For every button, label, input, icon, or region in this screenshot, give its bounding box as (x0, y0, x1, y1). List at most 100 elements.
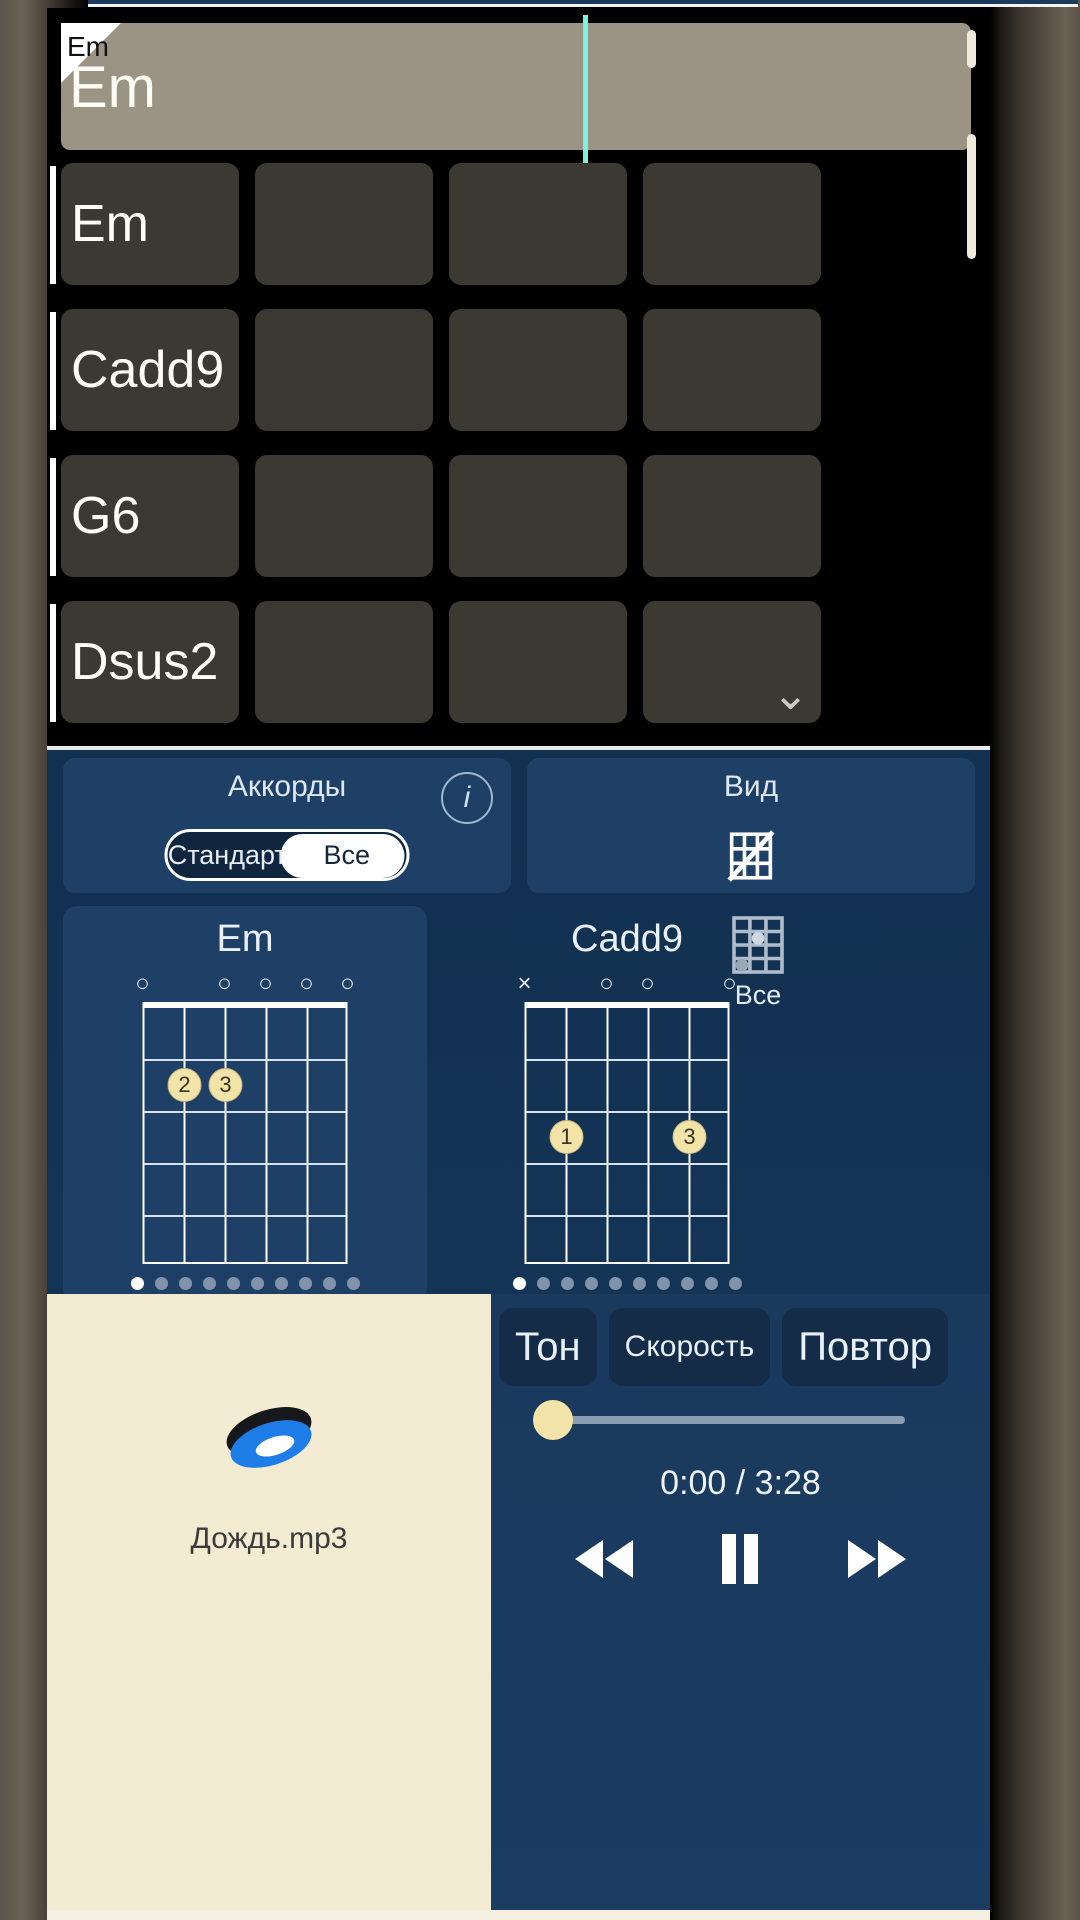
scrollbar-thumb-upper[interactable] (967, 30, 976, 68)
pager-dot[interactable] (536, 1277, 550, 1290)
chord-cell[interactable] (255, 309, 433, 431)
chord-cell-label: Em (71, 195, 149, 253)
chord-cell-label: Dsus2 (71, 633, 219, 691)
pager-dot[interactable] (728, 1277, 742, 1290)
chord-cell[interactable]: Dsus2 (61, 601, 239, 723)
pager-dot[interactable] (656, 1277, 670, 1290)
pager-dot[interactable] (322, 1277, 336, 1290)
pager-dot[interactable] (584, 1277, 598, 1290)
track-name: Дождь.mp3 (190, 1522, 348, 1555)
repeat-button[interactable]: Повтор (782, 1308, 948, 1386)
chord-cell[interactable] (449, 455, 627, 577)
chord-diagram-card-em[interactable]: Em ○ ○ ○ ○ ○ 2 3 (63, 906, 427, 1302)
grid-off-icon[interactable] (722, 827, 780, 885)
pager-dot[interactable] (178, 1277, 192, 1290)
chord-cell[interactable]: Em (61, 163, 239, 285)
finger-dot: 3 (208, 1068, 243, 1102)
toggle-option-standard[interactable]: Стандарт (168, 841, 288, 869)
player-controls-pane: Тон Скорость Повтор 0:00 / 3:28 (491, 1294, 990, 1920)
pager-dot[interactable] (274, 1277, 288, 1290)
pager-dot[interactable] (226, 1277, 240, 1290)
chords-option-card: Аккорды i Стандарт Все (63, 758, 511, 893)
fretboard: 2 3 (142, 1002, 348, 1264)
chord-cell[interactable]: G6 (61, 455, 239, 577)
chord-rows: Em Cadd9 G6 Dsus2 ⌄ (47, 163, 990, 747)
top-strip (88, 0, 1078, 7)
toggle-option-all[interactable]: Все (287, 841, 407, 869)
row-marker (50, 166, 56, 284)
forward-button[interactable] (842, 1536, 912, 1587)
all-chords-button[interactable]: Все (715, 912, 801, 1011)
fret-line (526, 1163, 728, 1165)
album-art-pane: Дождь.mp3 (47, 1294, 491, 1920)
playback-time: 0:00 / 3:28 (660, 1464, 821, 1502)
grid-scrollbar[interactable] (967, 22, 984, 722)
string-line (265, 1008, 268, 1262)
row-marker (50, 312, 56, 430)
chord-cell[interactable] (255, 601, 433, 723)
progress-slider-knob[interactable] (533, 1400, 573, 1440)
pager-dot[interactable] (346, 1277, 360, 1290)
tone-button[interactable]: Тон (499, 1308, 597, 1386)
pager-dot[interactable] (202, 1277, 216, 1290)
chord-grid-panel: Em Em Em Cadd9 G6 Dsus2 ⌄ (47, 8, 990, 746)
rewind-button[interactable] (569, 1536, 639, 1587)
string-line (606, 1008, 609, 1262)
chord-cell[interactable] (643, 163, 821, 285)
string-marker-open: ○ (299, 970, 314, 997)
chord-cell-label: G6 (71, 487, 141, 545)
chord-cell[interactable] (449, 601, 627, 723)
pager-dot[interactable] (608, 1277, 622, 1290)
fret-line (144, 1163, 346, 1165)
pager-dot[interactable] (250, 1277, 264, 1290)
chord-cell[interactable] (255, 163, 433, 285)
timeline-bar[interactable] (61, 23, 971, 150)
string-marker-muted: × (517, 970, 532, 997)
pager-dot[interactable] (560, 1277, 574, 1290)
chord-cell[interactable] (643, 309, 821, 431)
fretboard-wrap: ○ ○ ○ ○ ○ 2 3 (135, 968, 355, 1264)
chord-cell[interactable]: Cadd9 (61, 309, 239, 431)
timeline-corner-label: Em (67, 31, 109, 62)
pager-dot[interactable] (680, 1277, 694, 1290)
diagram-pager[interactable] (445, 1277, 809, 1290)
row-marker (50, 458, 56, 576)
finger-dot: 1 (549, 1120, 584, 1154)
table-row: Cadd9 (47, 309, 990, 455)
player-option-buttons: Тон Скорость Повтор (499, 1306, 981, 1388)
chord-cell[interactable] (643, 455, 821, 577)
blue-section: Аккорды i Стандарт Все Вид Em ○ ○ ○ ○ ○ … (47, 746, 990, 1920)
string-marker-open: ○ (135, 970, 150, 997)
chord-grid-icon (732, 916, 784, 974)
scrollbar-thumb-lower[interactable] (967, 134, 976, 259)
pager-dot[interactable] (130, 1277, 144, 1290)
progress-slider[interactable] (533, 1400, 905, 1440)
bottom-strip (47, 1910, 990, 1920)
pager-dot[interactable] (512, 1277, 526, 1290)
view-option-card[interactable]: Вид (527, 758, 975, 893)
string-markers: × ○ ○ ○ (517, 968, 736, 1002)
string-marker-open: ○ (217, 970, 232, 997)
timeline-row[interactable]: Em Em (61, 15, 971, 163)
chord-cell[interactable]: ⌄ (643, 601, 821, 723)
chord-diagram-card-cadd9[interactable]: Cadd9 × ○ ○ ○ 1 3 Все (445, 906, 809, 1302)
pause-button[interactable] (714, 1530, 766, 1593)
chevron-down-icon[interactable]: ⌄ (772, 673, 809, 717)
chords-mode-toggle[interactable]: Стандарт Все (164, 829, 410, 881)
diagram-pager[interactable] (63, 1277, 427, 1290)
playhead-indicator[interactable] (583, 15, 588, 163)
string-marker-open: ○ (599, 970, 614, 997)
pager-dot[interactable] (298, 1277, 312, 1290)
pager-dot[interactable] (704, 1277, 718, 1290)
fret-line (144, 1111, 346, 1113)
chord-cell[interactable] (449, 163, 627, 285)
row-marker (50, 604, 56, 722)
speed-button[interactable]: Скорость (608, 1308, 771, 1386)
info-icon[interactable]: i (441, 772, 493, 824)
string-line (306, 1008, 309, 1262)
pager-dot[interactable] (632, 1277, 646, 1290)
chord-cell[interactable] (255, 455, 433, 577)
chord-cell[interactable] (449, 309, 627, 431)
pager-dot[interactable] (154, 1277, 168, 1290)
fret-line (144, 1215, 346, 1217)
